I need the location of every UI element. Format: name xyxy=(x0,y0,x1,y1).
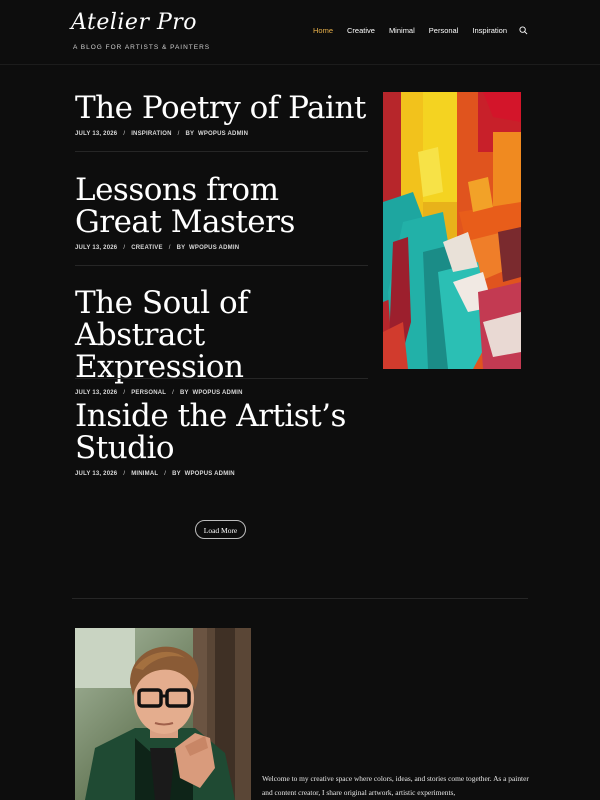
meta-separator: / xyxy=(168,245,171,251)
post-category[interactable]: CREATIVE xyxy=(131,245,163,251)
post-author[interactable]: WPOPUS ADMIN xyxy=(185,471,235,477)
post-category[interactable]: MINIMAL xyxy=(131,471,158,477)
meta-separator: / xyxy=(177,131,180,137)
post-title[interactable]: The Soul of Abstract Expression xyxy=(75,287,368,383)
post-title[interactable]: The Poetry of Paint xyxy=(75,92,368,124)
meta-separator: / xyxy=(164,471,167,477)
post-divider xyxy=(75,378,368,379)
post-item: Lessons from Great Masters JULY 13, 2026… xyxy=(75,174,368,251)
meta-separator: / xyxy=(172,390,174,396)
meta-separator: / xyxy=(123,390,126,396)
site-title[interactable]: Atelier Pro xyxy=(71,10,197,35)
meta-separator: / xyxy=(123,131,126,137)
post-meta: JULY 13, 2026 / CREATIVE / BY WPOPUS ADMIN xyxy=(75,245,368,251)
site-tagline: A BLOG FOR ARTISTS & PAINTERS xyxy=(73,44,211,51)
post-meta: JULY 13, 2026 / MINIMAL / BY WPOPUS ADMIN xyxy=(75,471,368,477)
author-portrait-image xyxy=(75,628,251,800)
nav-item-personal[interactable]: Personal xyxy=(429,26,459,35)
post-date: JULY 13, 2026 xyxy=(75,131,118,137)
post-author[interactable]: WPOPUS ADMIN xyxy=(189,245,239,251)
main-nav: Home Creative Minimal Personal Inspirati… xyxy=(299,26,528,35)
post-item: Inside the Artist’s Studio JULY 13, 2026… xyxy=(75,400,368,477)
search-icon[interactable] xyxy=(519,26,528,35)
post-date: JULY 13, 2026 xyxy=(75,245,118,251)
post-category[interactable]: INSPIRATION xyxy=(131,131,171,137)
post-meta: JULY 13, 2026 / INSPIRATION / BY WPOPUS ADMI… xyxy=(75,131,368,137)
post-divider xyxy=(75,151,368,152)
post-meta: JULY 13, 2026 / PERSONAL / BY WPOPUS ADMIN xyxy=(75,390,368,396)
post-by: BY xyxy=(180,390,189,396)
meta-separator: / xyxy=(123,471,126,477)
about-text: Welcome to my creative space where color… xyxy=(262,774,529,797)
nav-item-inspiration[interactable]: Inspiration xyxy=(472,26,507,35)
post-by: BY xyxy=(185,131,195,137)
nav-item-home[interactable]: Home xyxy=(313,26,333,35)
nav-item-creative[interactable]: Creative xyxy=(347,26,375,35)
post-date: JULY 13, 2026 xyxy=(75,471,118,477)
post-by: BY xyxy=(172,471,181,477)
post-title[interactable]: Lessons from Great Masters xyxy=(75,174,368,238)
site-header: Atelier Pro A BLOG FOR ARTISTS & PAINTER… xyxy=(0,0,600,65)
section-divider xyxy=(72,598,528,599)
post-item: The Soul of Abstract Expression JULY 13,… xyxy=(75,287,368,396)
post-title[interactable]: Inside the Artist’s Studio xyxy=(75,400,368,464)
post-date: JULY 13, 2026 xyxy=(75,390,118,396)
post-by: BY xyxy=(176,245,186,251)
post-category[interactable]: PERSONAL xyxy=(131,390,166,396)
meta-separator: / xyxy=(123,245,126,251)
post-author[interactable]: WPOPUS ADMIN xyxy=(192,390,242,396)
featured-painting-image[interactable] xyxy=(383,92,521,369)
nav-item-minimal[interactable]: Minimal xyxy=(389,26,415,35)
load-more-button[interactable]: Load More xyxy=(195,520,246,539)
post-divider xyxy=(75,265,368,266)
post-item: The Poetry of Paint JULY 13, 2026 / INSPIR… xyxy=(75,92,368,137)
post-author[interactable]: WPOPUS ADMIN xyxy=(198,131,248,137)
